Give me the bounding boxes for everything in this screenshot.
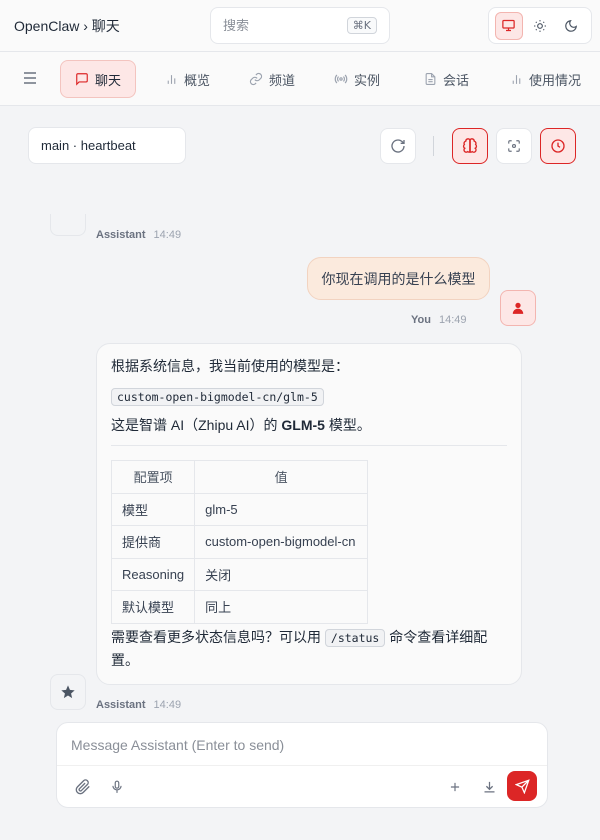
message-input[interactable] xyxy=(71,737,531,761)
search-input[interactable] xyxy=(223,18,333,33)
link-icon xyxy=(249,72,263,86)
monitor-icon xyxy=(502,19,515,32)
table-header: 配置项 xyxy=(110,460,196,494)
table-row: Reasoning 关闭 xyxy=(110,557,369,591)
table-header: 值 xyxy=(194,460,369,494)
table-cell: 关闭 xyxy=(194,557,369,591)
system-theme-button[interactable] xyxy=(494,11,523,40)
user-avatar xyxy=(500,290,536,326)
microphone-icon xyxy=(112,780,122,793)
sender-name: Assistant xyxy=(96,229,146,241)
tab-channels[interactable]: 频道 xyxy=(249,60,295,98)
tab-channels-label: 频道 xyxy=(269,72,296,88)
toolbar-divider xyxy=(433,136,434,156)
send-button[interactable] xyxy=(507,771,537,801)
dark-theme-button[interactable] xyxy=(557,12,585,40)
user-icon xyxy=(512,302,524,314)
assistant-line: 这是智谱 AI（Zhipu AI）的 GLM-5 模型。 xyxy=(111,415,507,435)
assistant-intro: 根据系统信息，我当前使用的模型是： xyxy=(111,358,349,374)
tab-instances[interactable]: 实例 xyxy=(334,60,380,98)
paperclip-icon xyxy=(75,779,90,795)
assistant-outro: 需要查看更多状态信息吗？可以用 /status 命令查看详细配置。 xyxy=(111,626,507,671)
search-box[interactable]: ⌘K xyxy=(210,7,390,44)
tab-usage[interactable]: 使用情况 xyxy=(509,60,581,98)
tab-chat-label: 聊天 xyxy=(95,72,122,88)
refresh-button[interactable] xyxy=(380,128,416,164)
document-icon xyxy=(423,72,437,86)
download-button[interactable] xyxy=(477,775,501,799)
assistant-avatar xyxy=(50,214,86,236)
search-shortcut: ⌘K xyxy=(346,17,377,34)
config-table: 配置项 值 模型 glm-5 提供商 custom-open-bigmodel-… xyxy=(110,460,369,624)
timestamp: 14:49 xyxy=(153,699,182,711)
thinking-toggle-button[interactable] xyxy=(452,128,488,164)
assistant-avatar xyxy=(50,674,86,710)
table-cell: 模型 xyxy=(110,492,196,526)
table-cell: 提供商 xyxy=(110,525,196,559)
light-theme-button[interactable] xyxy=(526,12,554,40)
table-cell: custom-open-bigmodel-cn xyxy=(194,525,369,559)
bar-chart-icon xyxy=(509,72,523,86)
voice-button[interactable] xyxy=(105,775,129,799)
outro-prefix: 需要查看更多状态信息吗？可以用 xyxy=(111,628,325,645)
sun-icon xyxy=(534,19,546,32)
send-icon xyxy=(514,778,530,794)
table-row: 提供商 custom-open-bigmodel-cn xyxy=(110,525,369,559)
add-button[interactable] xyxy=(443,775,467,799)
line-prefix: 这是智谱 AI（Zhipu AI）的 xyxy=(111,417,282,433)
plus-icon xyxy=(450,782,460,792)
timestamp: 14:49 xyxy=(438,314,467,326)
table-row: 模型 glm-5 xyxy=(110,492,369,526)
bar-chart-icon xyxy=(164,72,178,86)
clock-icon xyxy=(551,139,565,153)
tab-overview[interactable]: 概览 xyxy=(164,60,210,98)
nav-bar: 聊天 概览 频道 实例 会话 使用情况 xyxy=(0,52,600,106)
brain-icon xyxy=(462,138,478,153)
theme-toggle xyxy=(488,7,592,44)
attach-button[interactable] xyxy=(71,775,95,799)
focus-icon xyxy=(508,140,520,152)
tab-usage-label: 使用情况 xyxy=(529,72,582,88)
composer-divider xyxy=(57,765,547,766)
download-icon xyxy=(484,781,494,792)
session-selector[interactable]: main · heartbeat xyxy=(28,127,186,164)
breadcrumb[interactable]: OpenClaw › 聊天 xyxy=(14,16,120,36)
refresh-icon xyxy=(391,139,405,153)
divider xyxy=(111,445,507,446)
tab-sessions-label: 会话 xyxy=(443,72,470,88)
table-row: 默认模型 同上 xyxy=(110,590,369,624)
focus-button[interactable] xyxy=(496,128,532,164)
message-meta: Assistant 14:49 xyxy=(96,229,181,241)
message-meta: Assistant 14:49 xyxy=(96,699,181,711)
tab-sessions[interactable]: 会话 xyxy=(423,60,469,98)
radio-icon xyxy=(334,72,348,86)
model-code: custom-open-bigmodel-cn/glm-5 xyxy=(111,388,324,406)
table-cell: 默认模型 xyxy=(110,590,196,624)
table-cell: 同上 xyxy=(194,590,369,624)
tab-overview-label: 概览 xyxy=(184,72,211,88)
sender-name: Assistant xyxy=(96,699,146,711)
table-cell: Reasoning xyxy=(110,557,196,591)
menu-icon[interactable] xyxy=(22,71,38,88)
tab-chat[interactable]: 聊天 xyxy=(60,60,137,98)
top-bar: OpenClaw › 聊天 ⌘K xyxy=(0,0,600,52)
line-suffix: 模型。 xyxy=(324,417,371,433)
message-meta: You 14:49 xyxy=(411,314,467,326)
moon-icon xyxy=(565,19,578,32)
message-composer xyxy=(56,722,548,808)
assistant-message-bubble: 根据系统信息，我当前使用的模型是： custom-open-bigmodel-c… xyxy=(96,343,522,685)
table-header-row: 配置项 值 xyxy=(110,460,369,494)
star-icon xyxy=(61,685,75,699)
tab-instances-label: 实例 xyxy=(354,72,381,88)
timestamp: 14:49 xyxy=(153,229,182,241)
user-message-bubble: 你现在调用的是什么模型 xyxy=(307,257,490,300)
status-command: /status xyxy=(324,628,386,647)
schedule-button[interactable] xyxy=(540,128,576,164)
sender-name: You xyxy=(411,314,431,326)
chat-icon xyxy=(75,72,89,86)
model-name: GLM-5 xyxy=(281,417,325,433)
table-cell: glm-5 xyxy=(194,492,369,526)
